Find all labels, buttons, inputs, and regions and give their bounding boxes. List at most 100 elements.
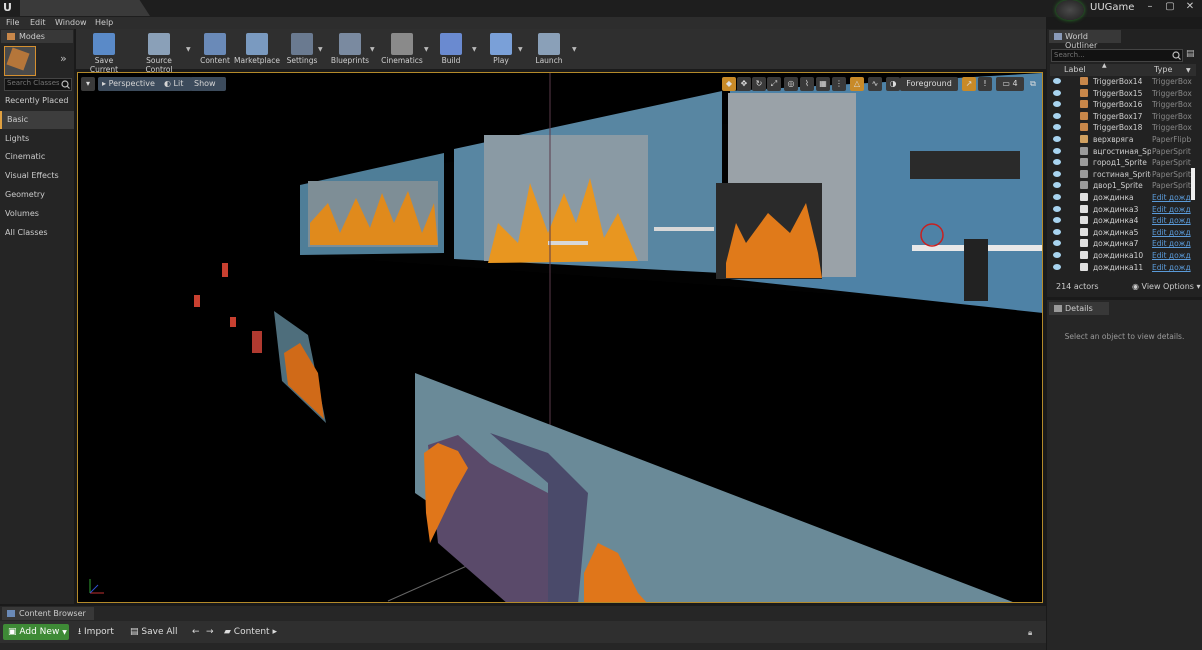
save-current-button[interactable]: Save Current — [80, 31, 128, 74]
camera-speed-button[interactable]: ▭ 4 — [996, 77, 1024, 91]
rotation-value-icon[interactable]: ∿ — [868, 77, 882, 91]
play-dropdown-icon[interactable]: ▼ — [518, 46, 524, 53]
outliner-row[interactable]: город1_Sprite PaperSprit — [1050, 157, 1191, 168]
forward-button[interactable]: → — [206, 624, 214, 640]
outliner-search-input[interactable] — [1052, 51, 1171, 59]
blueprints-dropdown-icon[interactable]: ▼ — [370, 46, 376, 53]
outliner-row[interactable]: дождинка11 Edit дожд — [1050, 262, 1192, 273]
view-options-button[interactable]: ◉ View Options ▾ — [1132, 282, 1201, 291]
outliner-row[interactable]: дождинка5 Edit дожд — [1050, 227, 1192, 238]
visibility-eye-icon[interactable] — [1053, 101, 1061, 108]
minimize-button[interactable]: – — [1142, 0, 1158, 14]
settings-dropdown-icon[interactable]: ▼ — [318, 46, 324, 53]
build-button[interactable]: Build — [436, 31, 466, 67]
rotate-icon[interactable]: ↻ — [752, 77, 766, 91]
outliner-row[interactable]: TriggerBox15 TriggerBox — [1050, 88, 1192, 99]
visibility-eye-icon[interactable] — [1053, 194, 1061, 200]
perspective-button[interactable]: ▸ Perspective — [98, 77, 164, 91]
launch-dropdown-icon[interactable]: ▼ — [572, 46, 578, 53]
modes-tab[interactable]: Modes — [1, 30, 73, 43]
scale-value-icon[interactable]: ! — [978, 77, 992, 91]
settings-button[interactable]: Settings — [284, 31, 320, 67]
category-basic[interactable]: Basic — [0, 111, 74, 129]
menu-file[interactable]: File — [6, 17, 19, 29]
outliner-row-edit-link[interactable]: Edit дожд — [1152, 262, 1192, 273]
foreground-layer-button[interactable]: Foreground — [900, 77, 958, 91]
outliner-search-field[interactable] — [1051, 49, 1183, 62]
outliner-row[interactable]: TriggerBox16 TriggerBox — [1050, 99, 1192, 110]
grid-size-icon[interactable]: ⋮ — [832, 77, 846, 91]
visibility-eye-icon[interactable] — [1053, 182, 1061, 189]
blueprints-button[interactable]: Blueprints — [328, 31, 372, 67]
marketplace-button[interactable]: Marketplace — [234, 31, 280, 67]
outliner-options-icon[interactable]: ▤ — [1186, 49, 1196, 60]
maximize-button[interactable]: ▢ — [1162, 0, 1178, 14]
visibility-eye-icon[interactable] — [1053, 147, 1061, 154]
category-geometry[interactable]: Geometry — [0, 186, 74, 204]
outliner-row-edit-link[interactable]: Edit дожд — [1152, 250, 1192, 261]
outliner-row[interactable]: верхвряга PaperFlipb — [1050, 134, 1191, 145]
cinematics-button[interactable]: Cinematics — [380, 31, 424, 67]
visibility-eye-icon[interactable] — [1053, 252, 1061, 258]
outliner-row[interactable]: дождинка7 Edit дожд — [1050, 238, 1192, 249]
play-button[interactable]: Play — [486, 31, 516, 67]
add-new-button[interactable]: ▣ Add New ▼ — [3, 624, 69, 640]
type-column-dropdown-icon[interactable]: ▼ — [1186, 67, 1191, 74]
menu-help[interactable]: Help — [95, 17, 113, 29]
level-viewport[interactable] — [77, 72, 1043, 603]
outliner-row[interactable]: TriggerBox18 TriggerBox — [1050, 122, 1192, 133]
outliner-row[interactable]: TriggerBox14 TriggerBox — [1050, 76, 1192, 87]
outliner-scrollbar[interactable] — [1191, 168, 1195, 200]
outliner-row-edit-link[interactable]: Edit дожд — [1152, 192, 1192, 203]
visibility-eye-icon[interactable] — [1053, 89, 1061, 96]
source-control-dropdown-icon[interactable]: ▼ — [186, 46, 192, 53]
outliner-row[interactable]: вцгостиная_SpritePaperSprit — [1050, 146, 1191, 157]
scale-snap-icon[interactable]: ↗ — [962, 77, 976, 91]
unreal-logo-icon[interactable]: U — [3, 1, 17, 15]
menu-edit[interactable]: Edit — [30, 17, 46, 29]
import-button[interactable]: ⭳ Import — [78, 624, 114, 640]
visibility-eye-icon[interactable] — [1053, 136, 1061, 142]
lit-button[interactable]: ◐ Lit — [160, 77, 192, 91]
visibility-eye-icon[interactable] — [1053, 205, 1061, 212]
outliner-row-edit-link[interactable]: Edit дожд — [1152, 215, 1192, 226]
level-tab[interactable] — [20, 0, 150, 16]
outliner-row-edit-link[interactable]: Edit дожд — [1152, 227, 1192, 238]
category-all-classes[interactable]: All Classes — [0, 224, 74, 242]
source-control-button[interactable]: Source Control — [132, 31, 186, 74]
translate-icon[interactable]: ✥ — [737, 77, 751, 91]
visibility-eye-icon[interactable] — [1053, 217, 1061, 224]
visibility-eye-icon[interactable] — [1053, 78, 1061, 84]
details-tab[interactable]: Details — [1049, 302, 1109, 315]
outliner-row[interactable]: гостиная_Sprite PaperSprit — [1050, 169, 1191, 180]
outliner-row-edit-link[interactable]: Edit дожд — [1152, 238, 1192, 249]
realtime-icon[interactable]: ◆ — [722, 77, 736, 91]
category-cinematic[interactable]: Cinematic — [0, 148, 74, 166]
category-visual-effects[interactable]: Visual Effects — [0, 167, 74, 185]
search-classes-field[interactable] — [4, 78, 72, 91]
visibility-eye-icon[interactable] — [1053, 159, 1061, 166]
visibility-eye-icon[interactable] — [1053, 124, 1061, 131]
visibility-eye-icon[interactable] — [1053, 228, 1061, 235]
outliner-col-label[interactable]: Label — [1064, 65, 1086, 74]
visibility-eye-icon[interactable] — [1053, 112, 1061, 119]
category-recently-placed[interactable]: Recently Placed — [0, 92, 74, 110]
build-dropdown-icon[interactable]: ▼ — [472, 46, 478, 53]
save-all-button[interactable]: ▤ Save All — [130, 624, 178, 640]
outliner-row[interactable]: дождинка Edit дожд — [1050, 192, 1192, 203]
cinematics-dropdown-icon[interactable]: ▼ — [424, 46, 430, 53]
viewport-options-dropdown[interactable]: ▾ — [81, 77, 95, 91]
visibility-eye-icon[interactable] — [1053, 170, 1061, 177]
visibility-eye-icon[interactable] — [1053, 263, 1061, 270]
expand-modes-icon[interactable]: » — [60, 52, 67, 65]
back-button[interactable]: ← — [192, 624, 200, 640]
content-browser-tab[interactable]: Content Browser — [2, 607, 94, 620]
category-lights[interactable]: Lights — [0, 130, 74, 148]
visibility-eye-icon[interactable] — [1053, 240, 1061, 247]
content-path-breadcrumb[interactable]: ▰ Content ▸ — [224, 624, 277, 640]
outliner-col-type[interactable]: Type — [1154, 65, 1172, 74]
surface-snap-icon[interactable]: ⌇ — [800, 77, 814, 91]
scale-icon[interactable]: ⤢ — [767, 77, 781, 91]
outliner-row[interactable]: TriggerBox17 TriggerBox — [1050, 111, 1192, 122]
rotation-snap-icon[interactable]: △ — [850, 77, 864, 91]
